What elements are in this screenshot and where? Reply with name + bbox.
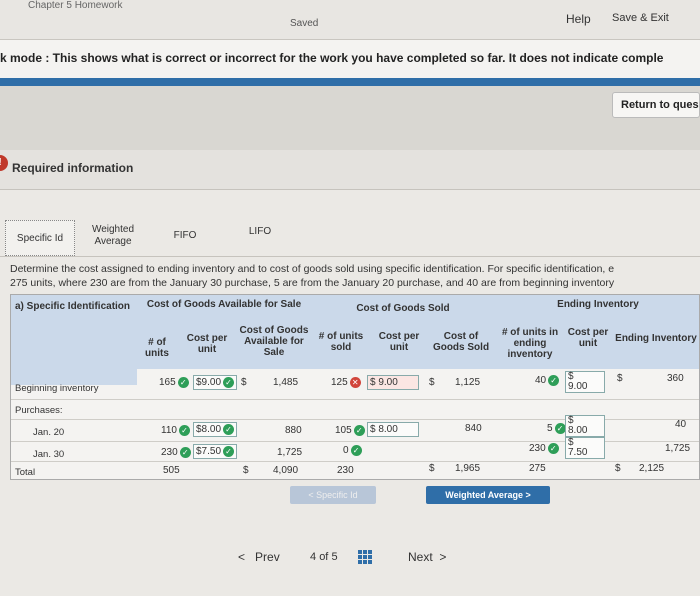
correct-check-icon: ✓ xyxy=(223,377,235,388)
instructions-line-1: Determine the cost assigned to ending in… xyxy=(10,263,615,275)
banner-text: k mode : This shows what is correct or i… xyxy=(0,51,664,65)
return-to-question-button[interactable]: Return to ques xyxy=(612,92,700,118)
beginning-cost-sold: 1,125 xyxy=(455,377,481,388)
beginning-available: 1,485 xyxy=(273,377,299,388)
jan30-units-ending[interactable]: 230 ✓ xyxy=(529,443,559,454)
saved-status: Saved xyxy=(290,18,319,29)
total-available: 4,090 xyxy=(273,465,299,476)
col-header-units: # of units xyxy=(137,319,177,369)
col-header-cost-per-unit: Cost per unit xyxy=(177,319,237,369)
alert-icon: ! xyxy=(0,155,8,171)
jan20-units-ending[interactable]: 5 ✓ xyxy=(547,423,566,434)
row-label-jan-30: Jan. 30 xyxy=(33,449,65,460)
tab-fifo[interactable]: FIFO xyxy=(155,220,215,256)
check-mode-banner: k mode : This shows what is correct or i… xyxy=(0,40,700,78)
beginning-units-sold[interactable]: 125 ✕ xyxy=(331,377,361,388)
jan20-cost-per-unit[interactable]: $8.00 ✓ xyxy=(193,422,237,437)
correct-check-icon: ✓ xyxy=(223,446,235,457)
row-label-beginning: Beginning inventory xyxy=(15,383,99,394)
next-tab-button[interactable]: Weighted Average > xyxy=(426,486,550,504)
group-header-sold: Cost of Goods Sold xyxy=(311,295,495,319)
page-indicator: 4 of 5 xyxy=(310,551,338,563)
group-header-ending: Ending Inventory xyxy=(495,295,699,319)
jan30-units-sold[interactable]: 0 ✓ xyxy=(343,445,362,456)
previous-tab-button[interactable]: < Specific Id xyxy=(290,486,376,504)
row-divider xyxy=(11,399,699,400)
correct-check-icon: ✓ xyxy=(177,377,189,388)
beginning-ending-inventory: 360 xyxy=(667,373,684,384)
chapter-title: Chapter 5 Homework xyxy=(28,0,123,11)
beginning-units-ending[interactable]: 40 ✓ xyxy=(535,375,560,386)
accent-bar xyxy=(0,78,700,86)
beginning-sold-dollar: $ xyxy=(429,377,435,388)
instructions-line-2: 275 units, where 230 are from the Januar… xyxy=(10,277,615,289)
correct-check-icon: ✓ xyxy=(178,425,190,436)
tab-lifo[interactable]: LIFO xyxy=(230,220,290,256)
instructions: Determine the cost assigned to ending in… xyxy=(10,262,700,290)
correct-check-icon: ✓ xyxy=(547,443,559,454)
row-label-purchases: Purchases: xyxy=(15,405,63,416)
beginning-ending-cost-per-unit[interactable]: $9.00 xyxy=(565,371,605,393)
incorrect-x-icon: ✕ xyxy=(349,377,361,388)
correct-check-icon: ✓ xyxy=(350,445,362,456)
jan30-ending-inventory: 1,725 xyxy=(665,443,691,454)
correct-check-icon: ✓ xyxy=(179,447,191,458)
correct-check-icon: ✓ xyxy=(554,423,566,434)
col-header-sold-cost-per-unit: Cost per unit xyxy=(371,319,427,369)
jan30-available: 1,725 xyxy=(277,447,303,458)
beginning-cost-per-unit[interactable]: $9.00 ✓ xyxy=(193,375,237,390)
col-header-units-sold: # of units sold xyxy=(311,319,371,369)
col-header-cost-sold: Cost of Goods Sold xyxy=(427,319,495,369)
table-corner-header: a) Specific Identification xyxy=(11,295,137,385)
jan20-sold-cost-per-unit[interactable]: $ 8.00 xyxy=(367,422,419,437)
tab-divider xyxy=(0,256,700,257)
pagination: < Prev 4 of 5 Next > xyxy=(0,538,700,578)
row-divider xyxy=(11,461,699,462)
jan20-available: 880 xyxy=(285,425,302,436)
next-button[interactable]: Next > xyxy=(408,550,446,564)
total-units: 505 xyxy=(163,465,180,476)
tab-specific-id[interactable]: Specific Id xyxy=(5,220,75,256)
jan30-cost-per-unit[interactable]: $7.50 ✓ xyxy=(193,444,237,459)
jan20-ending-inventory: 40 xyxy=(675,419,687,430)
correct-check-icon: ✓ xyxy=(223,424,235,435)
total-units-sold: 230 xyxy=(337,465,354,476)
tab-weighted-average[interactable]: Weighted Average xyxy=(82,220,144,256)
total-cost-sold: 1,965 xyxy=(455,463,481,474)
beginning-available-dollar: $ xyxy=(241,377,247,388)
row-label-total: Total xyxy=(15,467,36,478)
beginning-units[interactable]: 165 ✓ xyxy=(159,377,189,388)
total-available-dollar: $ xyxy=(243,465,249,476)
required-information-bar[interactable]: ! Required information xyxy=(0,150,700,190)
jan20-cost-sold: 840 xyxy=(465,423,482,434)
beginning-sold-cost-per-unit[interactable]: $ 9.00 xyxy=(367,375,419,390)
col-header-ending-cost-per-unit: Cost per unit xyxy=(565,319,611,369)
specific-identification-table: a) Specific Identification Cost of Goods… xyxy=(10,294,700,480)
prev-button[interactable]: < Prev xyxy=(238,550,280,564)
jan30-ending-cost-per-unit[interactable]: $7.50 xyxy=(565,437,605,459)
total-units-ending: 275 xyxy=(529,463,546,474)
save-exit-button[interactable]: Save & Exit xyxy=(612,12,669,24)
total-ending-dollar: $ xyxy=(615,463,621,474)
jan20-ending-cost-per-unit[interactable]: $8.00 xyxy=(565,415,605,437)
jan30-units[interactable]: 230 ✓ xyxy=(161,447,191,458)
jan20-units-sold[interactable]: 105 ✓ xyxy=(335,425,365,436)
col-header-units-ending: # of units in ending inventory xyxy=(495,319,565,369)
col-header-cost-available: Cost of Goods Available for Sale xyxy=(237,319,311,369)
col-header-ending-inventory: Ending Inventory xyxy=(611,319,699,369)
help-link[interactable]: Help xyxy=(566,12,591,26)
required-information-label: Required information xyxy=(12,161,134,175)
row-label-jan-20: Jan. 20 xyxy=(33,427,65,438)
correct-check-icon: ✓ xyxy=(353,425,365,436)
correct-check-icon: ✓ xyxy=(548,375,560,386)
group-header-available: Cost of Goods Available for Sale xyxy=(137,295,311,319)
top-bar: Chapter 5 Homework Saved Help Save & Exi… xyxy=(0,0,700,40)
total-sold-dollar: $ xyxy=(429,463,435,474)
jan20-units[interactable]: 110 ✓ xyxy=(161,425,190,436)
total-ending-inventory: 2,125 xyxy=(639,463,665,474)
grid-icon[interactable] xyxy=(358,550,372,564)
beginning-ending-dollar: $ xyxy=(617,373,623,384)
